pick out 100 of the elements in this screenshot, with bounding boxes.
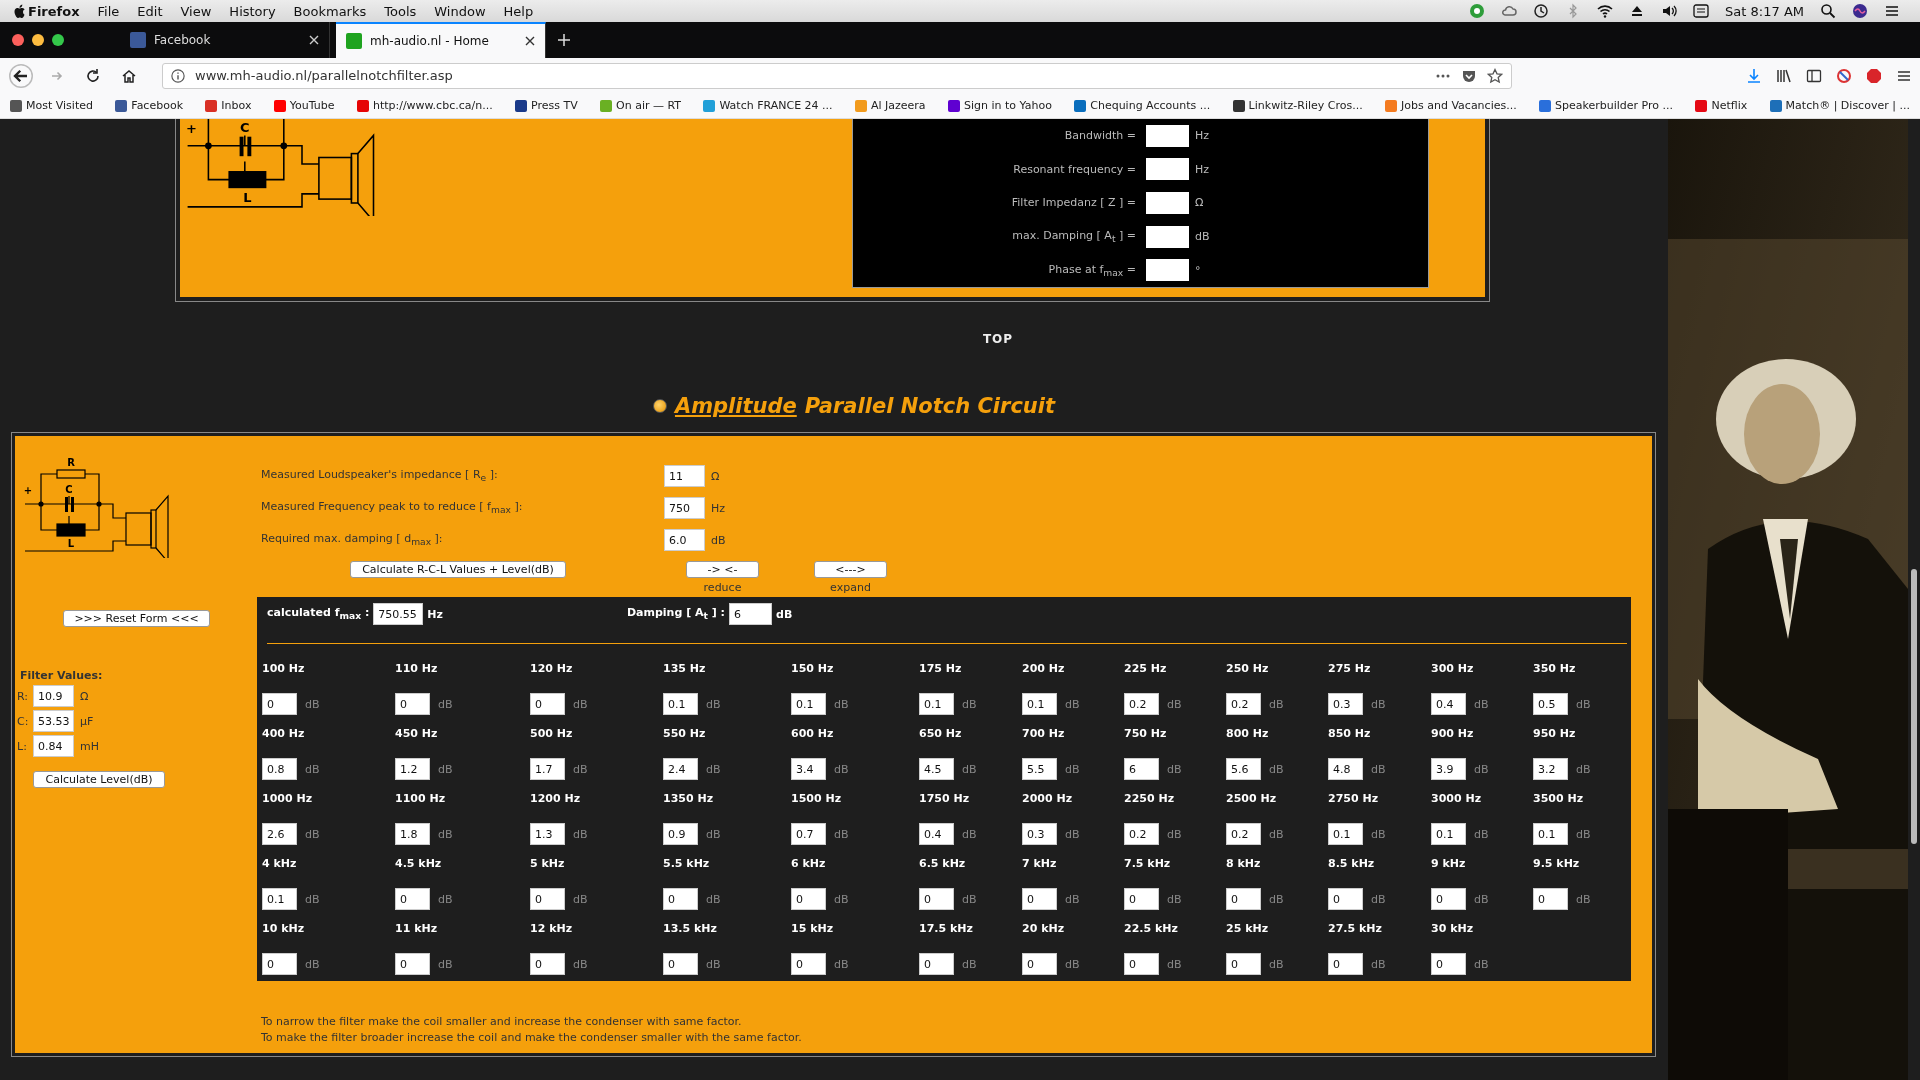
level-field[interactable]: 1.2 [395, 758, 430, 780]
minimize-window-button[interactable] [32, 34, 44, 46]
bookmark[interactable]: Chequing Accounts ... [1074, 99, 1211, 112]
level-field[interactable]: 0 [919, 888, 954, 910]
level-field[interactable]: 3.2 [1533, 758, 1568, 780]
level-field[interactable]: 0.1 [1533, 823, 1568, 845]
bookmark[interactable]: Press TV [515, 99, 578, 112]
menu-item[interactable]: Edit [137, 3, 163, 19]
bookmark[interactable]: Watch FRANCE 24 ... [703, 99, 833, 112]
level-field[interactable]: 0.2 [1226, 693, 1261, 715]
level-field[interactable]: 0 [663, 953, 698, 975]
cloud-icon[interactable] [1501, 3, 1518, 19]
bookmark[interactable]: On air — RT [600, 99, 682, 112]
bookmark[interactable]: Linkwitz-Riley Cros... [1232, 99, 1363, 112]
level-field[interactable]: 0 [530, 953, 565, 975]
library-icon[interactable] [1776, 67, 1792, 84]
close-window-button[interactable] [12, 34, 24, 46]
input-field[interactable]: 10.9 [33, 685, 74, 707]
plus-icon[interactable] [556, 32, 572, 48]
level-field[interactable]: 0 [1431, 888, 1466, 910]
result-field[interactable] [1146, 259, 1189, 282]
level-field[interactable]: 0 [1124, 953, 1159, 975]
bookmark[interactable]: Inbox [205, 99, 252, 112]
bookmark[interactable]: Most Visited [10, 99, 93, 112]
bookmark[interactable]: Facebook [115, 99, 183, 112]
level-field[interactable]: 0 [1124, 888, 1159, 910]
clock-icon[interactable] [1533, 3, 1550, 19]
input-field[interactable]: 0.84 [33, 735, 74, 757]
search-icon[interactable] [1820, 3, 1836, 19]
level-field[interactable]: 3.4 [791, 758, 826, 780]
level-field[interactable]: 0.1 [1022, 693, 1057, 715]
result-field[interactable] [1146, 192, 1189, 214]
input-field[interactable]: 750.55 [373, 603, 424, 625]
scrollbar-thumb[interactable] [1911, 569, 1917, 844]
menu-item[interactable]: File [97, 3, 120, 19]
calculate-level-button[interactable]: Calculate Level(dB) [33, 771, 165, 788]
level-field[interactable]: 4.5 [919, 758, 954, 780]
download-icon[interactable] [1746, 67, 1762, 84]
level-field[interactable]: 0 [1328, 888, 1363, 910]
level-field[interactable]: 5.5 [1022, 758, 1057, 780]
level-field[interactable]: 0 [1022, 953, 1057, 975]
level-field[interactable]: 0.9 [663, 823, 698, 845]
reload-icon[interactable] [85, 67, 101, 84]
amplitude-link[interactable]: Amplitude [674, 394, 797, 418]
level-field[interactable]: 0.4 [1431, 693, 1466, 715]
level-field[interactable]: 1.7 [530, 758, 565, 780]
level-field[interactable]: 0 [919, 953, 954, 975]
level-field[interactable]: 0 [663, 888, 698, 910]
reset-button[interactable]: >>> Reset Form <<< [63, 610, 210, 627]
menu-icon[interactable] [1884, 3, 1900, 19]
level-field[interactable]: 3.9 [1431, 758, 1466, 780]
sidebar-icon[interactable] [1806, 67, 1822, 84]
level-field[interactable]: 0.8 [262, 758, 297, 780]
expand-button[interactable]: <---> [814, 561, 887, 578]
menu-item[interactable]: Window [434, 3, 486, 19]
level-field[interactable]: 0.3 [1022, 823, 1057, 845]
level-field[interactable]: 0 [1022, 888, 1057, 910]
level-field[interactable]: 0.1 [791, 693, 826, 715]
level-field[interactable]: 0.1 [919, 693, 954, 715]
address-bar[interactable]: www.mh-audio.nl/parallelnotchfilter.asp [162, 62, 1512, 89]
menu-item[interactable]: Bookmarks [293, 3, 367, 19]
close-icon[interactable] [525, 36, 535, 46]
level-field[interactable]: 0 [395, 888, 430, 910]
input-field[interactable]: 750 [664, 497, 705, 519]
browser-tab[interactable]: mh-audio.nl - Home [336, 22, 546, 58]
keyboard-icon[interactable] [1693, 3, 1710, 19]
bookmark[interactable]: YouTube [273, 99, 335, 112]
level-field[interactable]: 5.6 [1226, 758, 1261, 780]
level-field[interactable]: 0.4 [919, 823, 954, 845]
level-field[interactable]: 0.2 [1124, 823, 1159, 845]
level-field[interactable]: 0 [1431, 953, 1466, 975]
input-field[interactable]: 6 [729, 603, 772, 625]
level-field[interactable]: 0 [530, 693, 565, 715]
menu-item[interactable]: View [180, 3, 212, 19]
calculate-button[interactable]: Calculate R-C-L Values + Level(dB) [350, 561, 566, 578]
block-icon[interactable] [1836, 67, 1852, 84]
menu-item[interactable]: History [229, 3, 276, 19]
level-field[interactable]: 0.1 [1431, 823, 1466, 845]
app-menu[interactable]: Firefox [28, 3, 80, 19]
level-field[interactable]: 0 [395, 953, 430, 975]
level-field[interactable]: 0.1 [262, 888, 297, 910]
bookmark[interactable]: Match® | Discover | ... [1769, 99, 1910, 112]
level-field[interactable]: 6 [1124, 758, 1159, 780]
level-field[interactable]: 0 [530, 888, 565, 910]
level-field[interactable]: 0 [791, 953, 826, 975]
volume-icon[interactable] [1661, 3, 1678, 19]
level-field[interactable]: 0 [262, 693, 297, 715]
menu-item[interactable]: Tools [384, 3, 417, 19]
bookmark[interactable]: Al Jazeera [854, 99, 926, 112]
bookmark[interactable]: http://www.cbc.ca/n... [356, 99, 493, 112]
bookmark[interactable]: Netflix [1695, 99, 1748, 112]
level-field[interactable]: 0.3 [1328, 693, 1363, 715]
level-field[interactable]: 0 [1533, 888, 1568, 910]
zoom-window-button[interactable] [52, 34, 64, 46]
level-field[interactable]: 0.1 [1328, 823, 1363, 845]
bookmark[interactable]: Speakerbuilder Pro ... [1539, 99, 1674, 112]
home-icon[interactable] [121, 67, 137, 84]
menubar-clock[interactable]: Sat 8:17 AM [1725, 3, 1804, 19]
input-field[interactable]: 6.0 [664, 529, 705, 551]
input-field[interactable]: 53.53 [33, 710, 74, 732]
